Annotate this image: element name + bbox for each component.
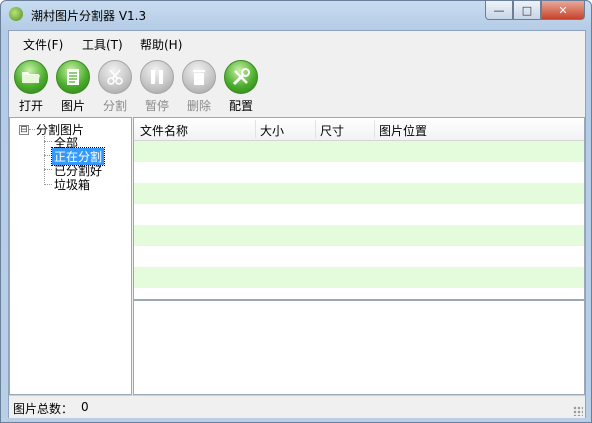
toolbar: 打开 图片 分割 暂停 删除 配置	[9, 56, 585, 114]
minimize-button[interactable]: —	[485, 1, 513, 20]
split-label: 分割	[102, 99, 127, 113]
list-row-band	[134, 267, 584, 288]
list-row-band	[134, 246, 584, 267]
list-row-band	[134, 204, 584, 225]
close-button[interactable]: ✕	[541, 1, 585, 20]
column-file-name[interactable]: 文件名称	[140, 122, 188, 139]
menu-file[interactable]: 文件(F)	[23, 36, 63, 53]
delete-button[interactable]: 删除	[179, 60, 219, 114]
delete-label: 删除	[186, 99, 211, 113]
column-dimensions[interactable]: 尺寸	[320, 122, 344, 139]
tree-collapse-toggle[interactable]: ⊟	[19, 125, 29, 135]
menu-bar: 文件(F) 工具(T) 帮助(H)	[9, 31, 585, 55]
app-window: 潮村图片分割器 V1.3 — □ ✕ 文件(F) 工具(T) 帮助(H) 打开	[0, 0, 592, 423]
window-title: 潮村图片分割器 V1.3	[31, 9, 147, 23]
list-row-band	[134, 225, 584, 246]
list-row-band	[134, 183, 584, 204]
pause-label: 暂停	[144, 99, 169, 113]
maximize-button[interactable]: □	[513, 1, 541, 20]
image-count-label: 图片总数：	[13, 402, 74, 416]
open-label: 打开	[18, 99, 43, 113]
menu-tools[interactable]: 工具(T)	[82, 36, 123, 53]
document-icon	[56, 60, 90, 94]
tree-item-trash[interactable]: 垃圾箱	[54, 176, 90, 193]
file-list-header: 文件名称 大小 尺寸 图片位置	[134, 118, 584, 141]
detail-panel[interactable]	[133, 300, 585, 395]
tools-icon	[224, 60, 258, 94]
app-logo-icon	[9, 7, 23, 21]
category-tree: ⊟ 分割图片 全部 正在分割 已分割好 垃圾箱	[9, 117, 132, 395]
menu-help[interactable]: 帮助(H)	[140, 36, 182, 53]
trash-icon	[182, 60, 216, 94]
open-button[interactable]: 打开	[11, 60, 51, 114]
split-button[interactable]: 分割	[95, 60, 135, 114]
list-row-band	[134, 141, 584, 162]
window-controls: — □ ✕	[485, 1, 585, 21]
image-button[interactable]: 图片	[53, 60, 93, 114]
column-image-location[interactable]: 图片位置	[379, 122, 427, 139]
client-area: 文件(F) 工具(T) 帮助(H) 打开 图片 分割 暂停 删除 配置 ⊟ 分割…	[8, 30, 586, 418]
file-list[interactable]: 文件名称 大小 尺寸 图片位置	[133, 117, 585, 300]
pause-button[interactable]: 暂停	[137, 60, 177, 114]
scissors-icon	[98, 60, 132, 94]
folder-open-icon	[14, 60, 48, 94]
image-count-value: 0	[81, 400, 89, 414]
list-row-band	[134, 162, 584, 183]
resize-grip-icon[interactable]	[573, 406, 583, 416]
title-bar[interactable]: 潮村图片分割器 V1.3 — □ ✕	[1, 1, 591, 29]
config-button[interactable]: 配置	[221, 60, 261, 114]
pause-icon	[140, 60, 174, 94]
status-bar: 图片总数： 0	[9, 395, 585, 418]
column-size[interactable]: 大小	[260, 122, 284, 139]
config-label: 配置	[228, 99, 253, 113]
image-label: 图片	[60, 99, 85, 113]
